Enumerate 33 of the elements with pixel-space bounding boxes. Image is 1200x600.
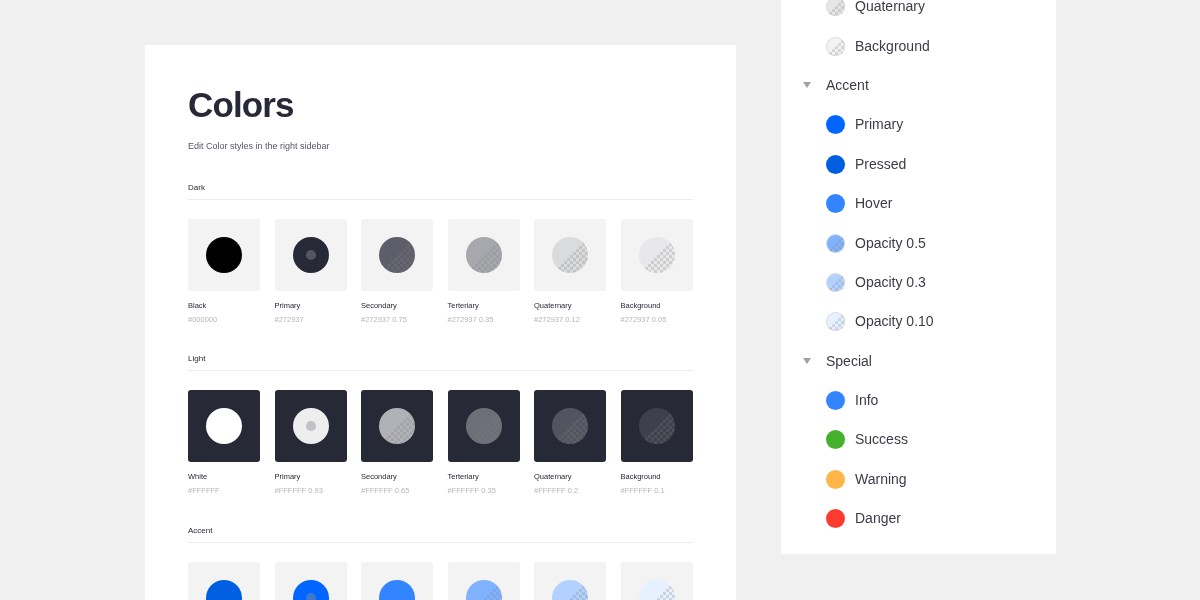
item-label: Hover — [855, 194, 893, 214]
item-label: Success — [855, 430, 908, 450]
section-label: Dark — [188, 181, 693, 200]
group-label[interactable]: Accent — [826, 74, 869, 96]
color-style-item[interactable]: Hover — [781, 183, 1056, 224]
page-title: Colors — [188, 85, 295, 125]
item-label: Warning — [855, 469, 907, 489]
color-style-item[interactable]: Opacity 0.5 — [781, 223, 1056, 263]
color-style-item[interactable]: Quaternary — [781, 0, 1056, 27]
color-style-item[interactable]: Danger — [781, 499, 1056, 539]
item-label: Quaternary — [855, 0, 926, 17]
item-label: Background — [855, 36, 930, 56]
color-style-item[interactable]: Warning — [781, 459, 1056, 500]
item-label: Opacity 0.5 — [855, 233, 926, 253]
color-style-item[interactable]: Opacity 0.10 — [781, 302, 1056, 342]
color-style-item[interactable]: Pressed — [781, 144, 1056, 184]
section-label: Light — [188, 353, 693, 371]
color-style-item[interactable]: Background — [781, 26, 1056, 66]
section-label: Accent — [188, 524, 693, 543]
item-label: Primary — [855, 115, 904, 135]
color-style-item[interactable]: Info — [781, 380, 1056, 421]
item-label: Pressed — [855, 154, 907, 174]
color-style-item[interactable]: Opacity 0.3 — [781, 262, 1056, 303]
caret-icon[interactable] — [803, 82, 811, 89]
color-style-item[interactable]: Primary — [781, 105, 1056, 145]
color-style-item[interactable]: Success — [781, 420, 1056, 460]
caret-icon[interactable] — [803, 358, 811, 365]
group-label[interactable]: Special — [826, 350, 872, 372]
page-subtitle: Edit Color styles in the right sidebar — [188, 140, 331, 153]
item-label: Opacity 0.3 — [855, 272, 926, 292]
item-label: Danger — [855, 509, 901, 529]
item-label: Info — [855, 391, 879, 411]
item-label: Opacity 0.10 — [855, 312, 934, 332]
